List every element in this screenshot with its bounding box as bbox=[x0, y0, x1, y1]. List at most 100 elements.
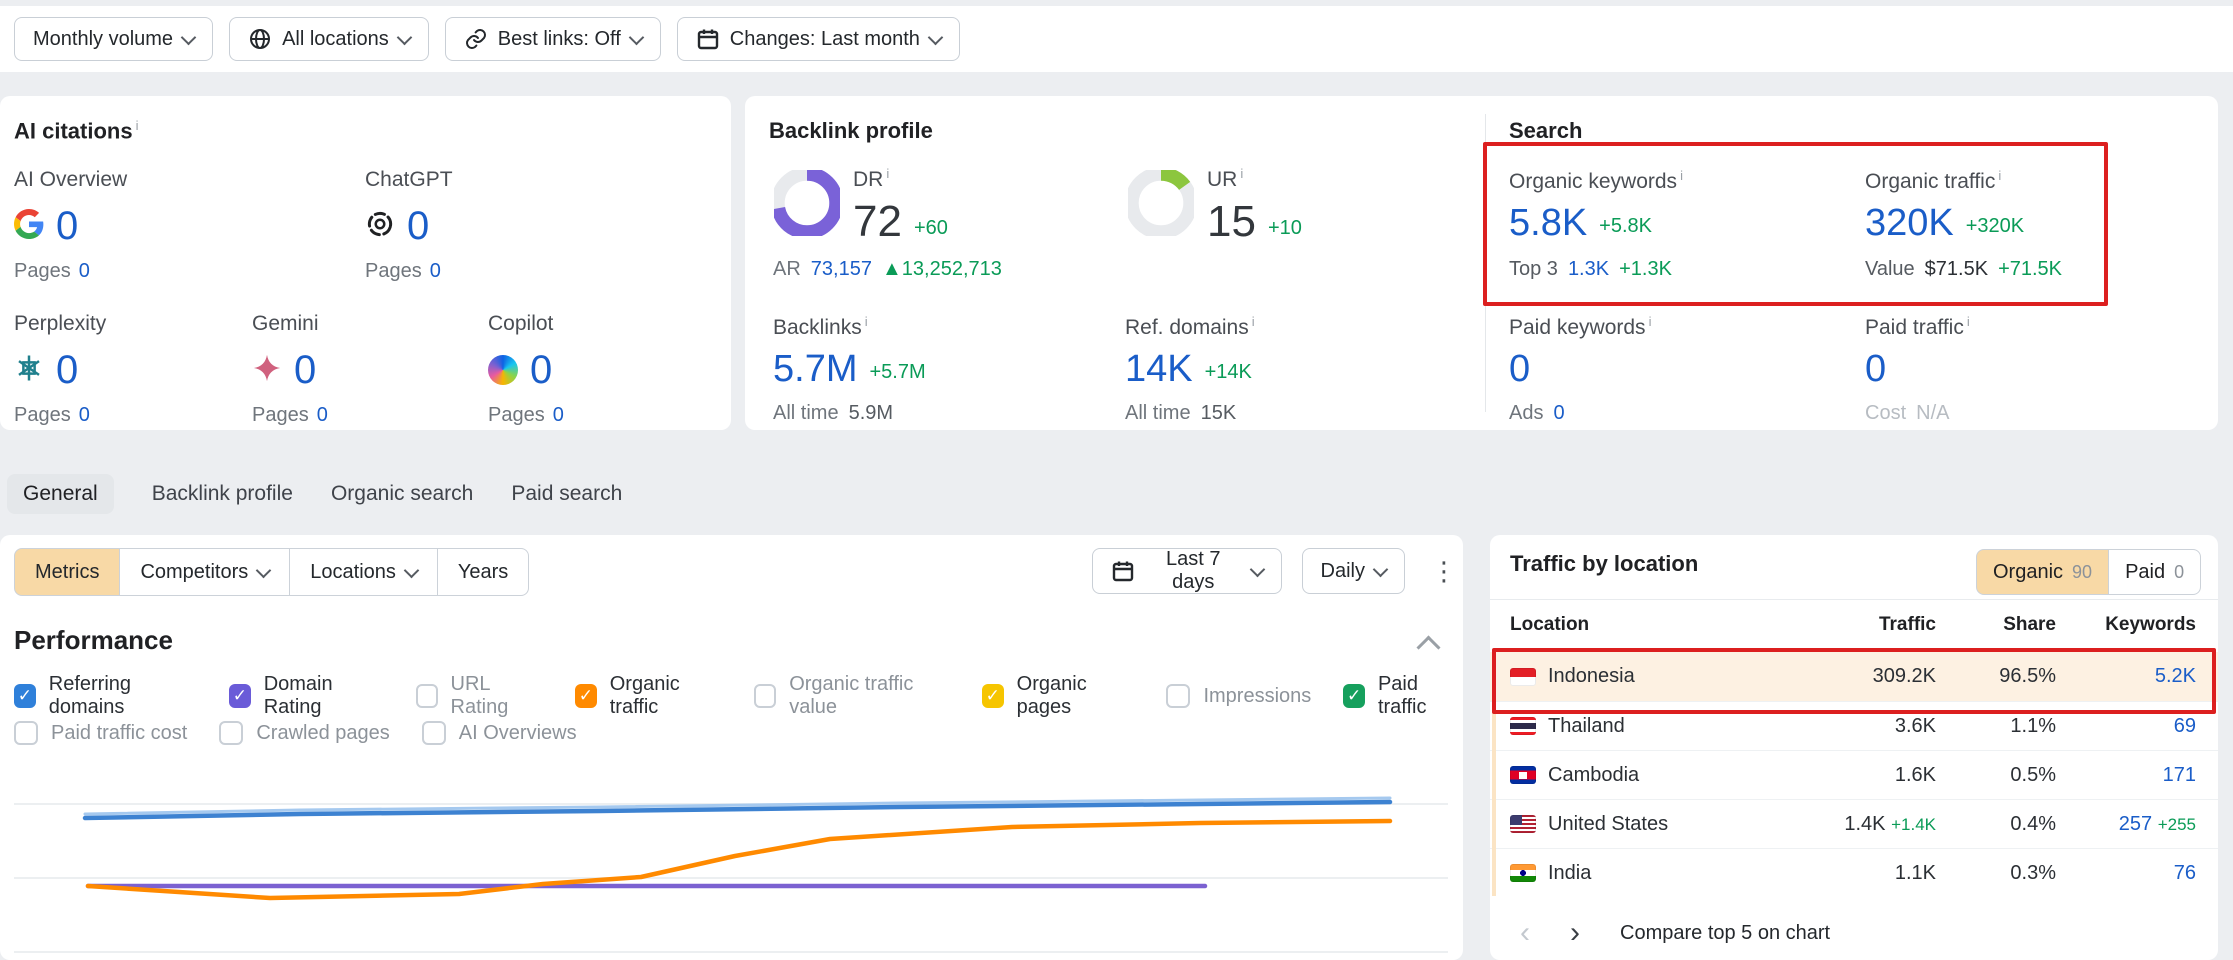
ur-label: URi bbox=[1207, 166, 1302, 192]
col-keywords[interactable]: Keywords bbox=[2056, 614, 2196, 636]
keywords-link[interactable]: 76 bbox=[2056, 862, 2196, 885]
pages-label: Pages bbox=[365, 260, 422, 282]
checkbox-organic-pages[interactable]: Organic pages bbox=[982, 673, 1135, 719]
table-row-india[interactable]: India 1.1K 0.3% 76 bbox=[1490, 848, 2218, 897]
checkbox-impressions[interactable]: Impressions bbox=[1166, 684, 1311, 708]
segment-locations[interactable]: Locations bbox=[289, 548, 438, 596]
traffic-table-header: Location Traffic Share Keywords bbox=[1490, 605, 2218, 645]
toggle-organic[interactable]: Organic 90 bbox=[1976, 549, 2109, 595]
alltime-label: All time bbox=[773, 402, 839, 425]
perplexity-icon bbox=[14, 353, 44, 388]
segment-competitors[interactable]: Competitors bbox=[119, 548, 290, 596]
ar-delta: ▲13,252,713 bbox=[882, 258, 1002, 281]
checkbox-paid-traffic[interactable]: Paid traffic bbox=[1343, 673, 1463, 719]
paid-traffic-value[interactable]: 0 bbox=[1865, 350, 1886, 388]
pages-count-link[interactable]: 0 bbox=[430, 260, 441, 282]
organic-traffic-value[interactable]: 320K bbox=[1865, 204, 1954, 242]
top3-value-link[interactable]: 1.3K bbox=[1568, 258, 1609, 281]
checkbox-paid-traffic-cost[interactable]: Paid traffic cost bbox=[14, 721, 187, 745]
divider bbox=[1490, 599, 2218, 600]
gemini-value[interactable]: 0 bbox=[294, 348, 316, 393]
compare-top5-link[interactable]: Compare top 5 on chart bbox=[1620, 922, 1830, 945]
checkbox-organic-traffic-value[interactable]: Organic traffic value bbox=[754, 673, 950, 719]
checkbox-crawled-pages[interactable]: Crawled pages bbox=[219, 721, 389, 745]
ai-overview-value[interactable]: 0 bbox=[56, 204, 78, 249]
next-page-icon[interactable]: › bbox=[1570, 918, 1580, 948]
cost-label: Cost bbox=[1865, 402, 1906, 425]
checkbox-referring-domains[interactable]: Referring domains bbox=[14, 673, 197, 719]
ai-overview-label: AI Overview bbox=[14, 168, 244, 192]
backlink-profile-title: Backlink profile bbox=[769, 118, 933, 144]
col-location[interactable]: Location bbox=[1510, 614, 1776, 636]
view-segments: Metrics Competitors Locations Years bbox=[14, 548, 529, 596]
perplexity-label: Perplexity bbox=[14, 312, 244, 336]
chevron-down-icon bbox=[256, 562, 272, 578]
pages-count-link[interactable]: 0 bbox=[553, 404, 564, 426]
monthly-volume-filter[interactable]: Monthly volume bbox=[14, 17, 213, 61]
organic-keywords-value[interactable]: 5.8K bbox=[1509, 204, 1587, 242]
copilot-value[interactable]: 0 bbox=[530, 348, 552, 393]
best-links-filter[interactable]: Best links: Off bbox=[445, 17, 661, 61]
prev-page-icon[interactable]: ‹ bbox=[1520, 918, 1530, 948]
segment-metrics[interactable]: Metrics bbox=[14, 548, 120, 596]
table-row-thailand[interactable]: Thailand 3.6K 1.1% 69 bbox=[1490, 701, 2218, 750]
segment-years[interactable]: Years bbox=[437, 548, 529, 596]
date-range-button[interactable]: Last 7 days bbox=[1092, 548, 1282, 594]
checkbox-organic-traffic[interactable]: Organic traffic bbox=[575, 673, 722, 719]
info-icon[interactable]: i bbox=[1998, 168, 2001, 183]
performance-title: Performance bbox=[14, 625, 173, 656]
chatgpt-value[interactable]: 0 bbox=[407, 204, 429, 249]
info-icon[interactable]: i bbox=[1240, 166, 1243, 181]
pages-count-link[interactable]: 0 bbox=[79, 404, 90, 426]
table-row-united-states[interactable]: United States 1.4K +1.4K 0.4% 257 +255 bbox=[1490, 799, 2218, 848]
collapse-chevron-up-icon[interactable] bbox=[1416, 635, 1440, 659]
ar-value-link[interactable]: 73,157 bbox=[811, 258, 872, 281]
info-icon[interactable]: i bbox=[136, 118, 139, 133]
pages-count-link[interactable]: 0 bbox=[317, 404, 328, 426]
paid-keywords-value[interactable]: 0 bbox=[1509, 350, 1530, 388]
col-share[interactable]: Share bbox=[1936, 614, 2056, 636]
keywords-link[interactable]: 5.2K bbox=[2056, 665, 2196, 688]
toggle-paid[interactable]: Paid 0 bbox=[2108, 549, 2201, 595]
ref-domains-value[interactable]: 14K bbox=[1125, 350, 1193, 388]
table-row-cambodia[interactable]: Cambodia 1.6K 0.5% 171 bbox=[1490, 750, 2218, 799]
pages-count-link[interactable]: 0 bbox=[79, 260, 90, 282]
backlinks-alltime-value: 5.9M bbox=[849, 402, 893, 425]
tab-paid-search[interactable]: Paid search bbox=[511, 474, 622, 514]
kebab-menu-icon[interactable]: ⋮ bbox=[1425, 548, 1463, 594]
traffic-by-location-title: Traffic by location bbox=[1510, 551, 1698, 577]
traffic-by-location-panel: Traffic by location Organic 90 Paid 0 Lo… bbox=[1490, 535, 2218, 960]
tab-organic-search[interactable]: Organic search bbox=[331, 474, 473, 514]
chevron-down-icon bbox=[181, 29, 197, 45]
tab-backlink-profile[interactable]: Backlink profile bbox=[152, 474, 293, 514]
backlinks-value[interactable]: 5.7M bbox=[773, 350, 857, 388]
traffic-type-toggle: Organic 90 Paid 0 bbox=[1976, 549, 2201, 595]
calendar-icon bbox=[696, 27, 720, 51]
granularity-button[interactable]: Daily bbox=[1302, 548, 1405, 594]
keywords-link[interactable]: 257 bbox=[2119, 813, 2152, 835]
table-row-indonesia[interactable]: Indonesia 309.2K 96.5% 5.2K bbox=[1490, 652, 2218, 701]
info-icon[interactable]: i bbox=[865, 314, 868, 329]
checkbox-ai-overviews[interactable]: AI Overviews bbox=[422, 721, 577, 745]
info-icon[interactable]: i bbox=[1967, 314, 1970, 329]
info-icon[interactable]: i bbox=[1649, 314, 1652, 329]
changes-filter[interactable]: Changes: Last month bbox=[677, 17, 960, 61]
copilot-label: Copilot bbox=[488, 312, 718, 336]
info-icon[interactable]: i bbox=[886, 166, 889, 181]
checkbox-domain-rating[interactable]: Domain Rating bbox=[229, 673, 384, 719]
col-traffic[interactable]: Traffic bbox=[1776, 614, 1936, 636]
info-icon[interactable]: i bbox=[1680, 168, 1683, 183]
top3-label: Top 3 bbox=[1509, 258, 1558, 281]
info-icon[interactable]: i bbox=[1252, 314, 1255, 329]
gemini-metric: Gemini 0 Pages0 bbox=[252, 312, 482, 336]
keywords-link[interactable]: 171 bbox=[2056, 764, 2196, 787]
keywords-link[interactable]: 69 bbox=[2056, 715, 2196, 738]
gemini-label: Gemini bbox=[252, 312, 482, 336]
checkbox-url-rating[interactable]: URL Rating bbox=[416, 673, 543, 719]
tab-general[interactable]: General bbox=[7, 474, 114, 514]
perplexity-value[interactable]: 0 bbox=[56, 348, 78, 393]
ads-value-link[interactable]: 0 bbox=[1553, 402, 1564, 425]
traffic-delta: +1.4K bbox=[1891, 815, 1936, 834]
locations-filter[interactable]: All locations bbox=[229, 17, 429, 61]
seo-dashboard: Monthly volume All locations Best links:… bbox=[0, 0, 2233, 960]
